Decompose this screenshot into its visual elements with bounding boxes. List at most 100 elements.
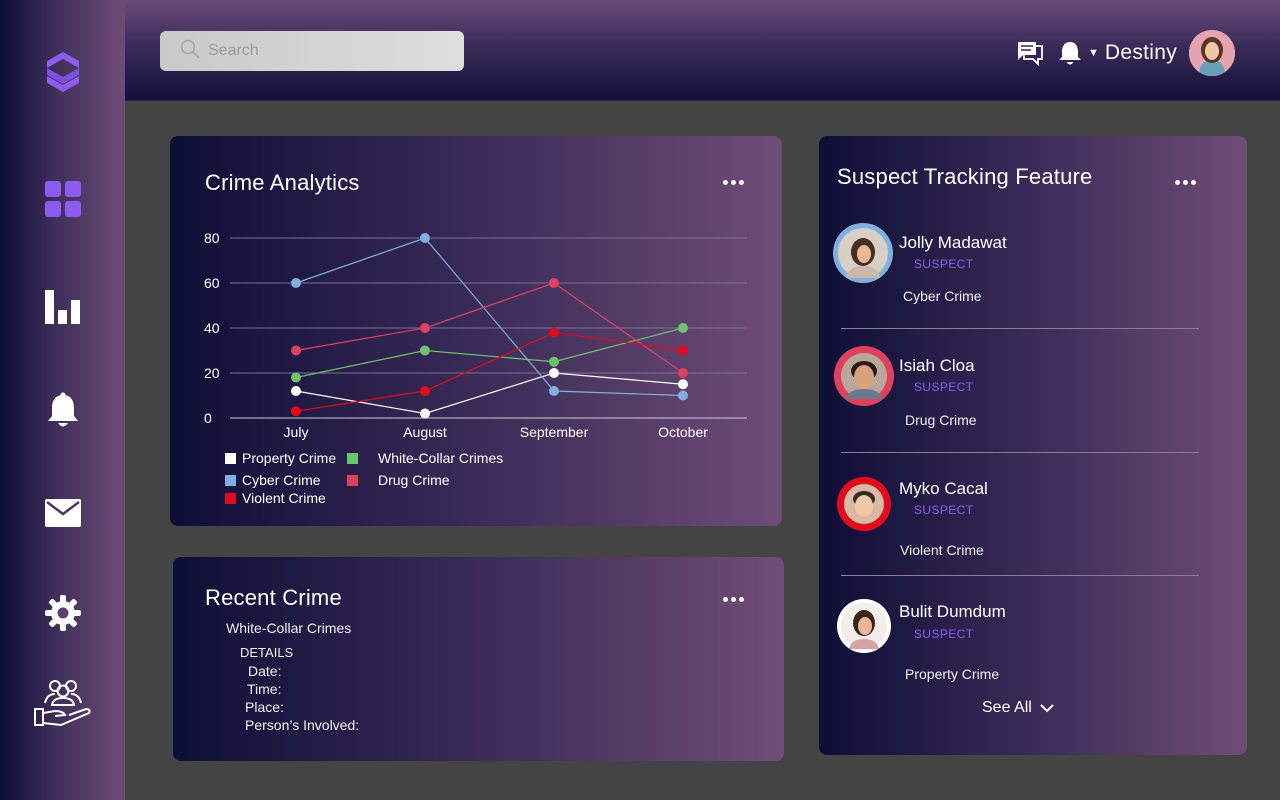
data-point [420,408,430,419]
bar-chart-icon[interactable] [40,283,86,329]
data-point [549,386,559,396]
data-point [678,368,688,378]
suspect-tag: SUSPECT [914,503,974,517]
data-point [420,386,430,396]
legend-label: Drug Crime [378,472,450,488]
data-point [678,379,688,390]
y-tick-label: 20 [204,365,220,381]
crime-analytics-card: Crime Analytics 0 20 40 60 80 July August Septe… [170,136,782,526]
legend-swatch [225,474,236,486]
gear-icon[interactable] [40,590,86,636]
legend-label: Violent Crime [242,490,326,506]
see-all-button[interactable]: See All [982,699,1054,717]
y-tick-label: 0 [204,410,212,426]
legend-item: Violent Crime [225,490,326,506]
data-point [678,390,688,401]
legend-swatch [347,452,358,464]
legend-label: Cyber Crime [242,472,321,488]
logo-icon[interactable] [40,49,86,95]
data-point [549,278,559,288]
divider [841,328,1199,329]
data-point [291,406,301,417]
data-point [549,368,559,378]
sidebar [0,0,125,800]
people-hand-icon[interactable] [32,677,94,729]
topbar: ▼ Destiny [125,0,1280,101]
suspect-avatar [837,599,891,653]
persons-involved-label: Person’s Involved: [245,717,360,733]
data-point [291,386,301,396]
avatar[interactable] [1189,30,1235,76]
time-label: Time: [247,681,282,697]
search-bar[interactable] [160,31,464,71]
legend-swatch [347,474,358,486]
legend-swatch [225,492,236,504]
suspect-tracking-card: Suspect Tracking Feature Jolly Madawat S… [819,136,1247,755]
chat-icon[interactable] [1016,40,1044,66]
series-line [295,237,684,397]
recent-crime-card: Recent Crime White-Collar Crimes DETAILS… [173,557,784,761]
suspect-name: Jolly Madawat [899,233,1007,252]
data-point [291,278,301,288]
suspect-tag: SUSPECT [914,257,974,271]
details-label: DETAILS [240,645,294,660]
series-line [295,327,684,379]
dashboard-grid-icon[interactable] [40,176,86,222]
suspect-crime: Cyber Crime [903,288,982,304]
suspect-tag: SUSPECT [914,627,974,641]
chevron-down-icon [1040,703,1054,713]
suspect-name: Isiah Cloa [899,356,975,375]
card-title: Suspect Tracking Feature [837,164,1093,189]
data-point [420,233,430,243]
bell-icon[interactable] [1058,40,1082,66]
suspect-crime: Drug Crime [905,412,977,428]
suspect-avatar [834,346,894,406]
suspect-avatar [833,223,893,283]
user-area: ▼ Destiny [1016,30,1235,76]
suspect-crime: Violent Crime [900,542,984,558]
data-point [678,323,688,333]
legend-label: White-Collar Crimes [378,450,504,466]
x-tick-label: August [403,424,447,440]
legend-item: Property Crime [225,450,336,466]
divider [841,575,1199,576]
bell-icon[interactable] [40,388,86,434]
legend-item: Drug Crime [347,472,450,488]
y-tick-label: 80 [204,230,220,246]
legend-item: Cyber Crime [225,472,321,488]
x-tick-label: September [520,424,589,440]
x-tick-label: October [658,424,708,440]
place-label: Place: [245,699,284,715]
legend-label: Property Crime [242,450,337,466]
username[interactable]: Destiny [1105,41,1177,65]
suspect-crime: Property Crime [905,666,1000,682]
data-point [549,327,559,338]
line-chart: 0 20 40 60 80 July August September October [204,230,747,440]
y-tick-label: 40 [204,320,220,336]
suspect-name: Myko Cacal [899,479,988,498]
more-options-icon[interactable] [1171,176,1200,189]
data-point [291,372,301,383]
search-icon [180,39,200,64]
card-title: Recent Crime [205,585,342,610]
legend-swatch [225,452,236,464]
data-point [549,356,559,367]
data-point [420,345,430,356]
legend-item: White-Collar Crimes [347,450,503,466]
divider [841,452,1199,453]
y-tick-label: 60 [204,275,220,291]
data-point [291,345,301,356]
crime-category: White-Collar Crimes [226,620,352,636]
caret-down-icon[interactable]: ▼ [1088,47,1099,59]
search-input[interactable] [208,42,458,60]
see-all-label: See All [982,699,1032,716]
suspect-avatar [837,477,891,531]
more-options-icon[interactable] [719,593,748,606]
date-label: Date: [248,663,282,679]
series-line [295,331,684,412]
suspect-name: Bulit Dumdum [899,602,1006,621]
suspect-tag: SUSPECT [914,380,974,394]
mail-icon[interactable] [40,490,86,536]
x-tick-label: July [284,424,309,440]
data-point [420,323,430,333]
